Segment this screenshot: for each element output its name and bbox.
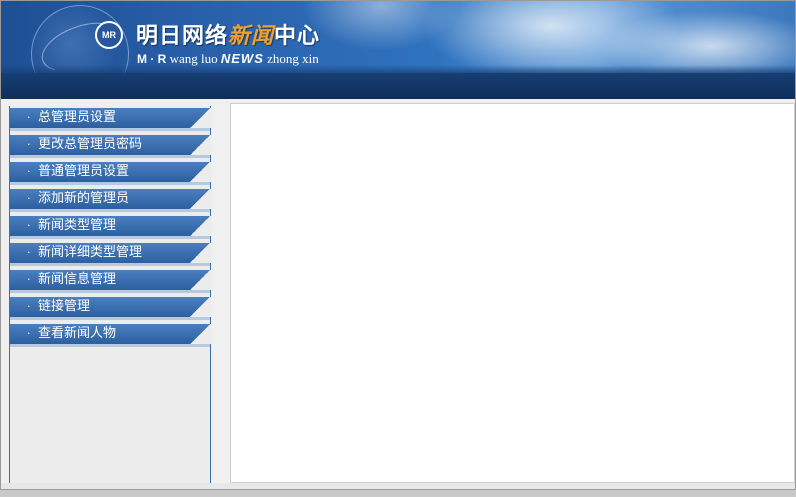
menu-item-label: 新闻详细类型管理: [38, 245, 143, 260]
menu-item-label: 普通管理员设置: [38, 164, 130, 179]
bullet-icon: ·: [27, 165, 31, 178]
bullet-icon: ·: [27, 273, 31, 286]
menu-item-label: 查看新闻人物: [38, 326, 117, 341]
menu-item-label: 链接管理: [38, 299, 91, 314]
bullet-icon: ·: [27, 192, 31, 205]
header-banner: MR 明日网络新闻中心 M · R wang luo NEWS zhong xi…: [1, 1, 795, 99]
menu-item-add-admin[interactable]: · 添加新的管理员: [10, 189, 211, 212]
site-subtitle: M · R wang luo NEWS zhong xin: [137, 51, 319, 66]
menu-item-label: 新闻信息管理: [38, 272, 117, 287]
menu-item-news-type-management[interactable]: · 新闻类型管理: [10, 216, 211, 239]
menu-item-news-subtype-management[interactable]: · 新闻详细类型管理: [10, 243, 211, 266]
main-content-panel: [230, 103, 795, 483]
menu-item-link-management[interactable]: · 链接管理: [10, 297, 211, 320]
menu-item-label: 新闻类型管理: [38, 218, 117, 233]
menu-item-change-super-admin-password[interactable]: · 更改总管理员密码: [10, 135, 211, 158]
bottom-border: [1, 483, 795, 489]
menu-item-regular-admin-settings[interactable]: · 普通管理员设置: [10, 162, 211, 185]
menu-item-news-info-management[interactable]: · 新闻信息管理: [10, 270, 211, 293]
menu-item-super-admin-settings[interactable]: · 总管理员设置: [10, 108, 211, 131]
menu-item-view-news-people[interactable]: · 查看新闻人物: [10, 324, 211, 347]
banner-dark-bar: [1, 73, 795, 99]
bullet-icon: ·: [27, 138, 31, 151]
menu-item-label: 更改总管理员密码: [38, 137, 143, 152]
bullet-icon: ·: [27, 246, 31, 259]
bullet-icon: ·: [27, 219, 31, 232]
admin-menu: · 总管理员设置 · 更改总管理员密码 · 普通管理员设置 · 添加新的管理员 · 新闻类…: [10, 108, 211, 347]
bullet-icon: ·: [27, 327, 31, 340]
bullet-icon: ·: [27, 300, 31, 313]
menu-item-label: 添加新的管理员: [38, 191, 130, 206]
menu-item-label: 总管理员设置: [38, 110, 117, 125]
admin-window: MR 明日网络新闻中心 M · R wang luo NEWS zhong xi…: [0, 0, 796, 490]
admin-sidebar: · 总管理员设置 · 更改总管理员密码 · 普通管理员设置 · 添加新的管理员 · 新闻类…: [9, 106, 211, 483]
site-title: 明日网络新闻中心: [136, 23, 321, 49]
bullet-icon: ·: [27, 111, 31, 124]
site-logo-icon: MR: [95, 21, 123, 49]
